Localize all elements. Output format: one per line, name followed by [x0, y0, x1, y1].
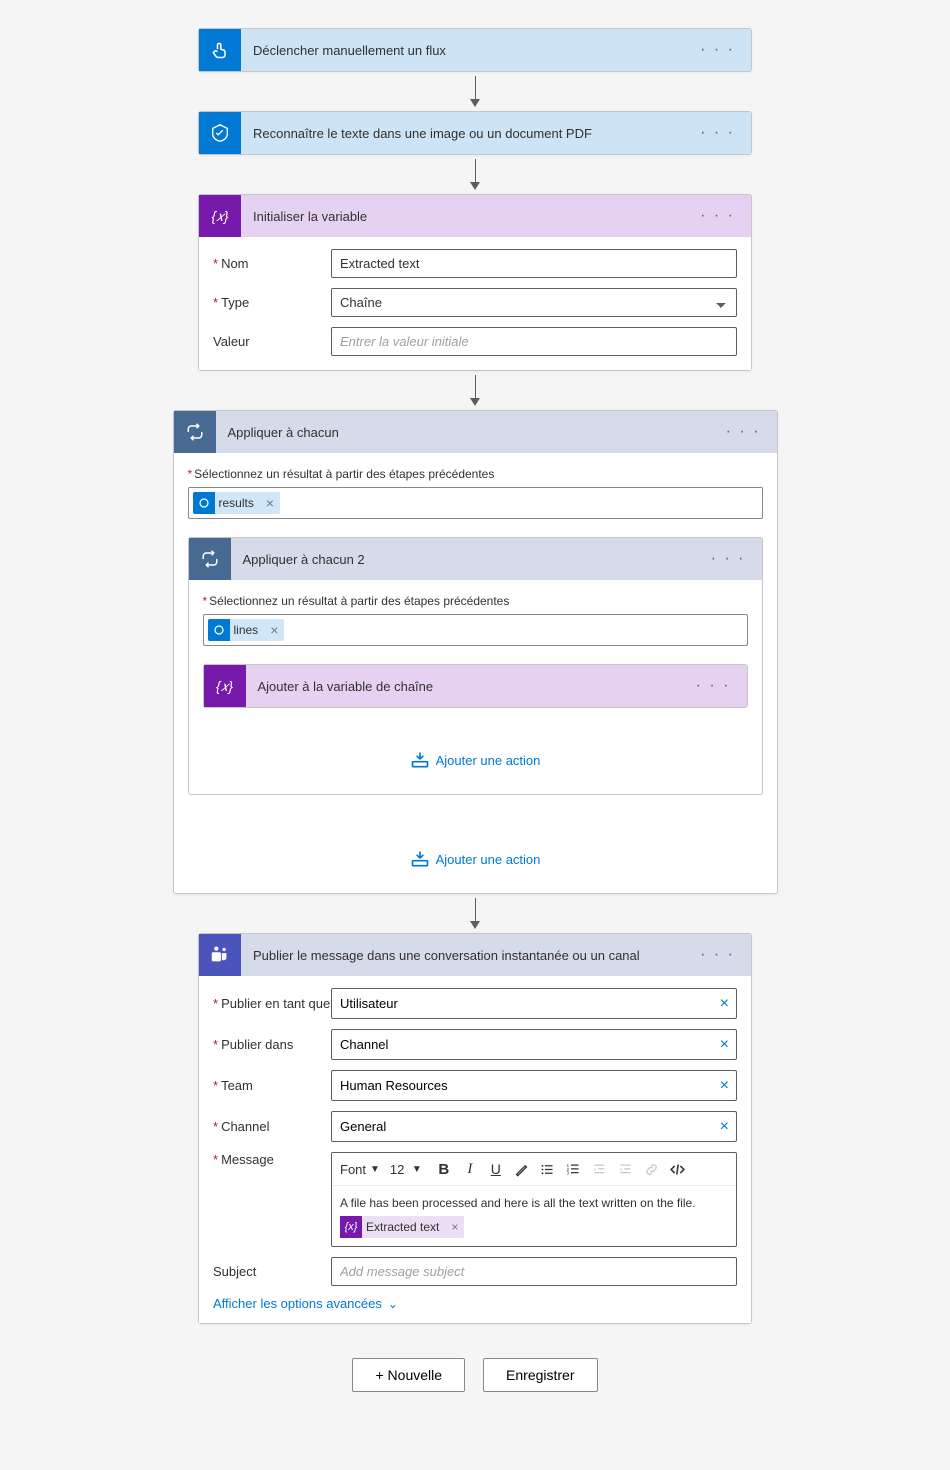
- label-message: Message: [213, 1152, 331, 1167]
- font-size-select[interactable]: 12: [390, 1162, 410, 1177]
- highlight-icon[interactable]: [510, 1157, 534, 1181]
- label-type: Type: [213, 295, 331, 310]
- post-in-input[interactable]: [331, 1029, 737, 1060]
- teams-icon: [199, 934, 241, 976]
- overflow-menu-icon[interactable]: · · ·: [694, 946, 741, 964]
- bold-icon[interactable]: B: [432, 1157, 456, 1181]
- post-as-input[interactable]: [331, 988, 737, 1019]
- label-team: Team: [213, 1078, 331, 1093]
- team-input[interactable]: [331, 1070, 737, 1101]
- variable-value-input[interactable]: [331, 327, 737, 356]
- italic-icon[interactable]: I: [458, 1157, 482, 1181]
- label-name: Nom: [213, 256, 331, 271]
- step-apply-to-each-2: Appliquer à chacun 2 · · · Sélectionnez …: [188, 537, 763, 795]
- step-manual-trigger[interactable]: Déclencher manuellement un flux · · ·: [198, 28, 752, 72]
- step-append-string-variable[interactable]: {𝑥} Ajouter à la variable de chaîne · · …: [203, 664, 748, 708]
- token-lines[interactable]: lines ×: [208, 619, 285, 641]
- loop-icon: [174, 411, 216, 453]
- step-initialize-variable: {𝑥} Initialiser la variable · · · Nom Ty…: [198, 194, 752, 371]
- card-header[interactable]: Appliquer à chacun · · ·: [174, 411, 777, 453]
- message-rich-editor[interactable]: Font ▼ 12 ▼ B I U 1: [331, 1152, 737, 1247]
- underline-icon[interactable]: U: [484, 1157, 508, 1181]
- overflow-menu-icon[interactable]: · · ·: [694, 207, 741, 225]
- bulleted-list-icon[interactable]: [536, 1157, 560, 1181]
- outdent-icon[interactable]: [588, 1157, 612, 1181]
- card-title: Déclencher manuellement un flux: [241, 43, 694, 58]
- label-subject: Subject: [213, 1264, 331, 1279]
- card-title: Reconnaître le texte dans une image ou u…: [241, 126, 694, 141]
- remove-token-icon[interactable]: ×: [445, 1218, 464, 1236]
- variable-type-select[interactable]: Chaîne: [331, 288, 737, 317]
- step-teams-post-message: Publier le message dans une conversation…: [198, 933, 752, 1324]
- step-ocr[interactable]: Reconnaître le texte dans une image ou u…: [198, 111, 752, 155]
- message-text: A file has been processed and here is al…: [340, 1196, 696, 1210]
- step-apply-to-each: Appliquer à chacun · · · Sélectionnez un…: [173, 410, 778, 894]
- remove-token-icon[interactable]: ×: [260, 495, 280, 511]
- overflow-menu-icon[interactable]: · · ·: [694, 124, 741, 142]
- variable-icon: {𝑥}: [204, 665, 246, 707]
- code-view-icon[interactable]: [666, 1157, 690, 1181]
- card-title: Ajouter à la variable de chaîne: [246, 679, 690, 694]
- remove-token-icon[interactable]: ×: [264, 622, 284, 638]
- variable-icon: {𝑥}: [199, 195, 241, 237]
- ai-builder-icon: [199, 112, 241, 154]
- flow-arrow: [470, 76, 480, 107]
- add-action-outer[interactable]: Ajouter une action: [188, 849, 763, 869]
- flow-arrow: [470, 159, 480, 190]
- overflow-menu-icon[interactable]: · · ·: [720, 423, 767, 441]
- label-post-as: Publier en tant que: [213, 996, 331, 1011]
- ai-badge-icon: [208, 619, 230, 641]
- label-channel: Channel: [213, 1119, 331, 1134]
- overflow-menu-icon[interactable]: · · ·: [705, 550, 752, 568]
- font-family-select[interactable]: Font: [338, 1160, 368, 1179]
- label-value: Valeur: [213, 334, 331, 349]
- clear-icon[interactable]: ×: [720, 1118, 729, 1136]
- show-advanced-options[interactable]: Afficher les options avancées ⌄: [213, 1296, 737, 1311]
- variable-token[interactable]: {x} Extracted text ×: [340, 1216, 464, 1238]
- overflow-menu-icon[interactable]: · · ·: [690, 677, 737, 695]
- label-post-in: Publier dans: [213, 1037, 331, 1052]
- link-icon[interactable]: [640, 1157, 664, 1181]
- card-title: Initialiser la variable: [241, 209, 694, 224]
- clear-icon[interactable]: ×: [720, 1036, 729, 1054]
- card-header[interactable]: {𝑥} Initialiser la variable · · ·: [199, 195, 751, 237]
- subject-input[interactable]: [331, 1257, 737, 1286]
- preceding-label: Sélectionnez un résultat à partir des ét…: [203, 594, 748, 608]
- token-results[interactable]: results ×: [193, 492, 281, 514]
- new-step-button[interactable]: + Nouvelle: [352, 1358, 465, 1392]
- card-header[interactable]: Publier le message dans une conversation…: [199, 934, 751, 976]
- indent-icon[interactable]: [614, 1157, 638, 1181]
- card-header[interactable]: Appliquer à chacun 2 · · ·: [189, 538, 762, 580]
- save-button[interactable]: Enregistrer: [483, 1358, 597, 1392]
- preceding-output-input[interactable]: lines ×: [203, 614, 748, 646]
- flow-arrow: [470, 898, 480, 929]
- touch-icon: [199, 29, 241, 71]
- add-action-inner[interactable]: Ajouter une action: [203, 750, 748, 770]
- preceding-label: Sélectionnez un résultat à partir des ét…: [188, 467, 763, 481]
- card-title: Appliquer à chacun: [216, 425, 720, 440]
- chevron-down-icon[interactable]: ▼: [412, 1164, 422, 1175]
- numbered-list-icon[interactable]: 123: [562, 1157, 586, 1181]
- clear-icon[interactable]: ×: [720, 1077, 729, 1095]
- chevron-down-icon[interactable]: ▼: [370, 1164, 380, 1175]
- card-title: Publier le message dans une conversation…: [241, 948, 694, 963]
- variable-icon: {x}: [340, 1216, 362, 1238]
- svg-text:3: 3: [567, 1170, 570, 1175]
- ai-badge-icon: [193, 492, 215, 514]
- card-title: Appliquer à chacun 2: [231, 552, 705, 567]
- channel-input[interactable]: [331, 1111, 737, 1142]
- flow-arrow: [470, 375, 480, 406]
- variable-name-input[interactable]: [331, 249, 737, 278]
- preceding-output-input[interactable]: results ×: [188, 487, 763, 519]
- overflow-menu-icon[interactable]: · · ·: [694, 41, 741, 59]
- chevron-down-icon: ⌄: [388, 1297, 398, 1311]
- clear-icon[interactable]: ×: [720, 995, 729, 1013]
- loop-icon: [189, 538, 231, 580]
